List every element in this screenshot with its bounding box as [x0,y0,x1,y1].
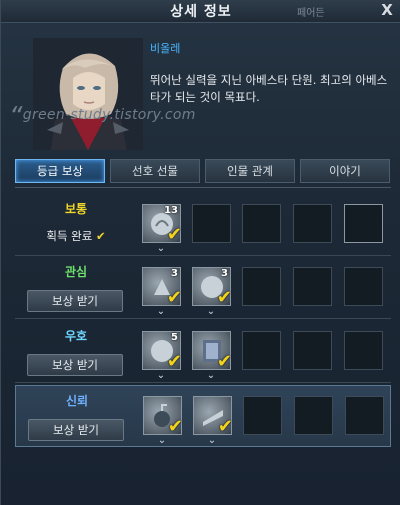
status-text: 획득 완료 [46,229,93,243]
reward-slot-empty [344,267,383,306]
reward-row-friendly: 우호 보상 받기 5 ✔ ⌄ ✔ ⌄ [15,321,391,383]
reward-slot[interactable]: ✔ [192,331,232,372]
check-icon: ✔ [216,351,232,372]
level-label: 보통 [64,202,88,216]
reward-row-interest: 관심 보상 받기 3 ✔ ⌄ 3 ✔ ⌄ [15,257,391,319]
tab-bar: 등급 보상 선호 선물 인물 관계 이야기 [15,159,391,184]
claimed-status: 획득 완료 ✔ [15,228,137,244]
chevron-marker-icon: ⌄ [156,306,166,317]
check-icon: ✔ [166,224,182,245]
watermark-text: green-study.tistory.com [22,107,196,123]
claim-reward-button[interactable]: 보상 받기 [28,419,124,441]
reward-slot-empty [294,396,333,435]
claim-reward-button[interactable]: 보상 받기 [27,354,123,376]
reward-slot-empty [242,267,281,306]
level-label: 우호 [64,329,88,343]
reward-slot-empty [345,396,384,435]
reward-slot[interactable]: 3 ✔ [142,267,182,308]
quote-icon: “ [9,102,23,132]
character-description: 뛰어난 실력을 지닌 아베스타 단원. 최고의 아베스타가 되는 것이 목표다. [150,73,388,104]
reward-count: 3 [221,268,228,279]
reward-slot-empty [344,331,383,370]
reward-slot[interactable]: ✔ [193,396,233,437]
tab-story[interactable]: 이야기 [300,159,390,183]
claim-reward-button[interactable]: 보상 받기 [27,290,123,312]
title-bar: 상세 정보 페어든 X [1,0,400,23]
reward-slot[interactable]: 3 ✔ [192,267,232,308]
character-portrait [33,38,143,150]
chevron-marker-icon: ⌄ [157,435,167,446]
chevron-marker-icon: ⌄ [156,370,166,381]
reward-row-trust: 신뢰 보상 받기 ✔ ⌄ ✔ ⌄ [15,385,391,447]
check-icon: ✔ [167,416,183,437]
reward-slot[interactable]: 5 ✔ [142,331,182,372]
check-icon: ✔ [166,287,182,308]
reward-count: 13 [164,205,178,216]
tab-relationship[interactable]: 인물 관계 [205,159,295,183]
check-icon: ✔ [96,229,106,243]
reward-slot-empty [192,204,231,243]
tab-favorite-gift[interactable]: 선호 선물 [110,159,200,183]
reward-slot-empty [293,331,332,370]
reward-slot-empty [242,331,281,370]
level-label: 신뢰 [65,394,89,408]
reward-row-normal: 보통 획득 완료 ✔ 13 ✔ ⌄ [15,194,391,256]
reward-slot-empty [293,204,332,243]
reward-slot[interactable]: ✔ [143,396,183,437]
chevron-marker-icon: ⌄ [156,243,166,254]
close-icon[interactable]: X [379,1,395,19]
character-name: 비올레 [150,42,181,55]
portrait-image [33,38,143,150]
check-icon: ✔ [216,287,232,308]
background-tab-label: 페어든 [297,8,325,19]
reward-count: 5 [171,332,178,343]
chevron-marker-icon: ⌄ [206,370,216,381]
reward-slot-empty [293,267,332,306]
level-label: 관심 [64,265,88,279]
tab-grade-reward[interactable]: 등급 보상 [15,159,105,183]
tab-divider [15,187,391,188]
reward-slot-empty [242,204,281,243]
check-icon: ✔ [217,416,233,437]
window-title: 상세 정보 [170,4,232,20]
check-icon: ✔ [166,351,182,372]
reward-slot[interactable]: 13 ✔ [142,204,182,245]
reward-slot-empty [344,204,383,243]
reward-slot-empty [243,396,282,435]
detail-info-window: 상세 정보 페어든 X 비올레 뛰어난 실력을 지닌 아베스타 단원. 최고의 … [0,0,400,505]
reward-count: 3 [171,268,178,279]
chevron-marker-icon: ⌄ [207,435,217,446]
watermark: “green-study.tistory.com [9,102,196,132]
chevron-marker-icon: ⌄ [206,306,216,317]
